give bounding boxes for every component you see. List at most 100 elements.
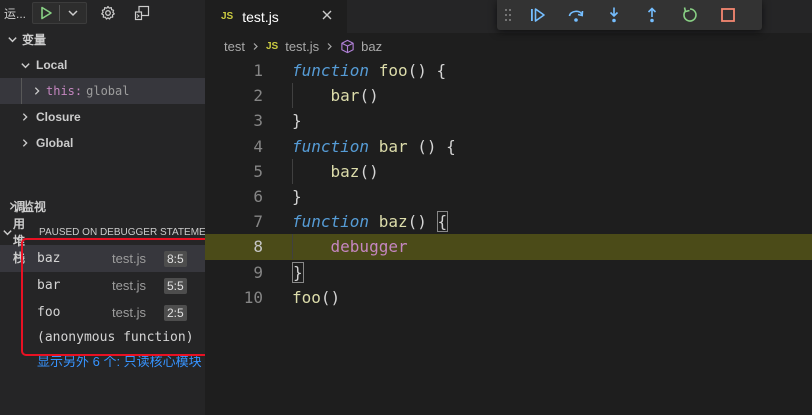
restart-icon	[683, 7, 697, 22]
stack-frame[interactable]: foo test.js 2:5	[0, 299, 205, 326]
stack-frame-anonymous[interactable]: (anonymous function)	[0, 326, 205, 349]
gear-icon	[101, 5, 115, 20]
breadcrumb-symbol[interactable]: baz	[361, 39, 382, 54]
frame-function: baz	[37, 251, 61, 266]
code-text: function foo() {	[292, 61, 446, 80]
scope-closure[interactable]: Closure	[0, 104, 205, 130]
line-number[interactable]: 2	[205, 86, 263, 105]
code-text: }	[292, 261, 304, 283]
line-number[interactable]: 8	[205, 237, 263, 256]
code-line[interactable]: 3}	[205, 108, 812, 133]
variables-section-header[interactable]: 变量	[0, 26, 205, 52]
frame-position: 2:5	[164, 304, 187, 321]
variables-empty-space	[0, 156, 205, 193]
code-text: baz()	[292, 162, 379, 181]
frame-position: 5:5	[164, 277, 187, 294]
frame-file: test.js	[112, 305, 146, 320]
continue-button[interactable]	[519, 0, 557, 30]
line-number[interactable]: 3	[205, 111, 263, 130]
code-text: }	[292, 187, 302, 206]
close-icon	[322, 10, 332, 19]
chevron-down-icon	[68, 10, 78, 17]
code-line[interactable]: 1 function foo() {	[205, 58, 812, 83]
code-token: function	[292, 61, 370, 81]
show-more-frames-link[interactable]: 显示另外 6 个: 只读核心模块	[0, 349, 205, 372]
variable-row-this[interactable]: this: global	[0, 78, 205, 104]
line-number[interactable]: 1	[205, 61, 263, 80]
play-icon	[41, 6, 52, 20]
code-token: function	[292, 212, 370, 232]
code-text: function bar () {	[292, 137, 456, 156]
line-number[interactable]: 5	[205, 162, 263, 181]
frame-function: bar	[37, 278, 61, 293]
code-line[interactable]: 2 bar()	[205, 83, 812, 109]
stack-frame[interactable]: bar test.js 5:5	[0, 272, 205, 299]
line-number[interactable]: 9	[205, 263, 263, 282]
run-config-group	[32, 2, 87, 24]
code-text: debugger	[292, 237, 408, 256]
debug-toolbar	[497, 0, 762, 30]
step-out-icon	[647, 7, 657, 23]
toolbar-drag-handle[interactable]	[497, 8, 519, 22]
scope-global[interactable]: Global	[0, 130, 205, 156]
step-into-button[interactable]	[595, 0, 633, 30]
step-over-button[interactable]	[557, 0, 595, 30]
open-launch-json-button[interactable]	[95, 2, 121, 24]
code-text: }	[292, 111, 302, 130]
breadcrumb-folder[interactable]: test	[224, 39, 245, 54]
matched-bracket: {	[436, 211, 449, 233]
frame-position: 8:5	[164, 250, 187, 267]
stop-icon	[721, 8, 735, 22]
stop-button[interactable]	[709, 0, 747, 30]
variable-key: this:	[46, 84, 83, 98]
code-text: function baz() {	[292, 211, 449, 233]
code-token: }	[292, 187, 302, 207]
run-config-dropdown[interactable]	[60, 3, 86, 23]
debug-console-icon	[134, 5, 150, 21]
breadcrumb-file[interactable]: test.js	[285, 39, 319, 54]
stack-frame[interactable]: baz test.js 8:5	[0, 245, 205, 272]
code-line[interactable]: 5 baz()	[205, 158, 812, 184]
code-line[interactable]: 7 function baz() {	[205, 209, 812, 234]
line-number[interactable]: 7	[205, 212, 263, 231]
run-toolbar: 运...	[0, 0, 205, 26]
step-out-button[interactable]	[633, 0, 671, 30]
line-number[interactable]: 6	[205, 187, 263, 206]
code-line[interactable]: 9}	[205, 260, 812, 285]
run-config-label[interactable]: 运...	[4, 5, 28, 22]
call-stack-section-header[interactable]: 调用堆栈 PAUSED ON DEBUGGER STATEMENT	[0, 200, 205, 265]
code-line[interactable]: 6}	[205, 184, 812, 209]
chevron-down-icon	[3, 229, 12, 235]
indent-guide	[21, 78, 22, 104]
frame-file: test.js	[112, 251, 146, 266]
close-tab-button[interactable]	[321, 8, 333, 26]
restart-button[interactable]	[671, 0, 709, 30]
chevron-right-icon	[34, 87, 40, 95]
code-text: bar()	[292, 86, 379, 105]
scope-local[interactable]: Local	[0, 52, 205, 78]
start-debugging-button[interactable]	[33, 3, 59, 23]
line-number[interactable]: 4	[205, 137, 263, 156]
line-number[interactable]: 10	[205, 288, 263, 307]
code-token: ()	[320, 287, 341, 307]
code-editor[interactable]: 1 function foo() {2 bar() 3} 4 function bar …	[205, 58, 812, 310]
code-token: () {	[407, 136, 456, 156]
js-file-icon: JS	[265, 40, 279, 52]
watch-section-header[interactable]: 监视	[0, 193, 205, 219]
code-line[interactable]: 4 function bar () {	[205, 134, 812, 159]
code-line[interactable]: 8 debugger	[205, 234, 812, 260]
chevron-down-icon	[20, 62, 30, 68]
call-stack-title: 调用堆栈	[13, 200, 26, 265]
debug-console-button[interactable]	[129, 2, 155, 24]
tab-label: test.js	[242, 8, 279, 25]
tab-test-js[interactable]: JS test.js	[205, 0, 347, 33]
code-token: bar	[330, 86, 360, 106]
code-line[interactable]: 10 foo()	[205, 285, 812, 310]
frame-file: test.js	[112, 278, 146, 293]
breadcrumb-separator	[325, 39, 334, 54]
